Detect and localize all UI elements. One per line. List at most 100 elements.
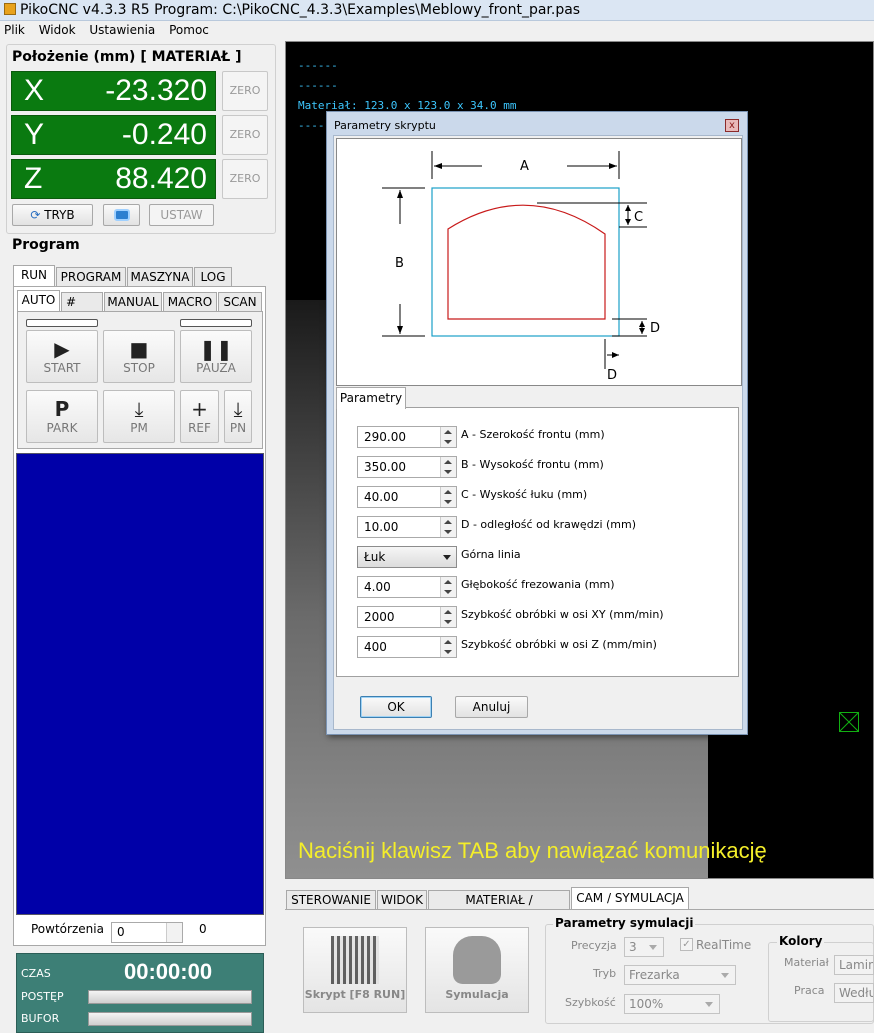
mouse-icon	[453, 936, 501, 984]
kolory-group	[768, 942, 874, 1022]
dialog-body: A B C D D Parametry 290.00 A - Szerokość…	[333, 135, 743, 730]
realtime-checkbox[interactable]: ✓	[680, 938, 693, 951]
subtab-scan[interactable]: SCAN	[218, 292, 262, 311]
postep-label: POSTĘP	[21, 990, 64, 1003]
tab-maszyna[interactable]: MASZYNA	[127, 267, 193, 286]
param-c-input[interactable]: 40.00	[357, 486, 457, 508]
z-axis-label: Z	[24, 162, 43, 195]
param-b-input[interactable]: 350.00	[357, 456, 457, 478]
param-c-label: C - Wyskość łuku (mm)	[461, 488, 588, 501]
start-button[interactable]: ▶ START	[26, 330, 98, 383]
title-bar: PikoCNC v4.3.3 R5 Program: C:\PikoCNC_4.…	[0, 0, 874, 21]
top-line-select[interactable]: Łuk	[357, 546, 457, 568]
skrypt-button[interactable]: Skrypt [F8 RUN]	[303, 927, 407, 1013]
ref-label: REF	[188, 421, 211, 435]
pn-label: PN	[229, 421, 247, 435]
spinner-arrows-icon[interactable]	[440, 457, 456, 477]
depth-input[interactable]: 4.00	[357, 576, 457, 598]
menu-widok[interactable]: Widok	[39, 23, 76, 37]
menu-plik[interactable]: Plik	[4, 23, 25, 37]
plus-icon: +	[191, 397, 208, 421]
y-axis-display: Y -0.240	[11, 115, 216, 155]
repeats-count: 0	[199, 922, 207, 936]
tab-program[interactable]: PROGRAM	[56, 267, 126, 286]
pn-button[interactable]: ⤓ PN	[224, 390, 252, 443]
play-icon: ▶	[54, 337, 70, 361]
speed-z-value: 400	[364, 640, 387, 654]
subtab-hash[interactable]: #	[61, 292, 103, 311]
tab-widok[interactable]: WIDOK	[377, 890, 427, 909]
praca-color-select[interactable]: Wedłu	[834, 983, 874, 1003]
szybkosc-select[interactable]: 100%	[624, 994, 720, 1014]
tryb-button[interactable]: ⟳ TRYB	[12, 204, 93, 226]
refresh-icon: ⟳	[30, 208, 41, 222]
menu-ustawienia[interactable]: Ustawienia	[89, 23, 155, 37]
x-zero-button[interactable]: ZERO	[222, 71, 268, 111]
ustaw-button[interactable]: USTAW	[149, 204, 214, 226]
subtab-macro[interactable]: MACRO	[163, 292, 217, 311]
spinner-arrows-icon[interactable]	[440, 427, 456, 447]
maze-mouse-icon	[331, 936, 379, 984]
z-axis-display: Z 88.420	[11, 159, 216, 199]
speed-z-input[interactable]: 400	[357, 636, 457, 658]
material-color-label: Materiał	[784, 956, 829, 969]
stop-label: STOP	[123, 361, 155, 375]
symulacja-button[interactable]: Symulacja	[425, 927, 529, 1013]
dialog-title: Parametry skryptu	[334, 119, 436, 132]
pauza-button[interactable]: ❚❚ PAUZA	[180, 330, 252, 383]
menu-pomoc[interactable]: Pomoc	[169, 23, 209, 37]
tab-cam-symulacja[interactable]: CAM / SYMULACJA	[571, 887, 689, 910]
front-diagram-svg: A B C D D	[382, 151, 660, 383]
bufor-progress-bar	[88, 1012, 252, 1026]
z-zero-button[interactable]: ZERO	[222, 159, 268, 199]
praca-color-label: Praca	[794, 984, 825, 997]
spinner-arrows-icon[interactable]	[166, 923, 182, 942]
stop-icon: ■	[129, 337, 149, 361]
tab-sterowanie[interactable]: STEROWANIE	[286, 890, 376, 909]
spinner-arrows-icon[interactable]	[440, 577, 456, 597]
spinner-arrows-icon[interactable]	[440, 517, 456, 537]
canvas-line: ------	[298, 79, 338, 92]
param-b-label: B - Wysokość frontu (mm)	[461, 458, 604, 471]
subtab-manual[interactable]: MANUAL	[104, 292, 162, 311]
pm-label: PM	[130, 421, 148, 435]
param-b-value: 350.00	[364, 460, 406, 474]
spinner-arrows-icon[interactable]	[440, 637, 456, 657]
tryb-sim-select[interactable]: Frezarka	[624, 965, 736, 985]
pm-button[interactable]: ⤓ PM	[103, 390, 175, 443]
tab-log[interactable]: LOG	[194, 267, 232, 286]
param-d-input[interactable]: 10.00	[357, 516, 457, 538]
speed-xy-input[interactable]: 2000	[357, 606, 457, 628]
repeats-value: 0	[117, 925, 125, 939]
program-code-area[interactable]	[16, 453, 264, 915]
z-axis-value: 88.420	[115, 162, 207, 195]
stop-button[interactable]: ■ STOP	[103, 330, 175, 383]
material-color-select[interactable]: Lamin	[834, 955, 874, 975]
czas-label: CZAS	[21, 967, 51, 980]
cancel-button[interactable]: Anuluj	[455, 696, 528, 718]
precyzja-select[interactable]: 3	[624, 937, 664, 957]
postep-progress-bar	[88, 990, 252, 1004]
subtab-auto[interactable]: AUTO	[17, 290, 60, 311]
camera-button[interactable]	[103, 204, 140, 226]
kolory-title: Kolory	[777, 934, 825, 948]
param-a-input[interactable]: 290.00	[357, 426, 457, 448]
origin-marker-icon	[839, 712, 859, 732]
tab-run[interactable]: RUN	[13, 265, 55, 286]
start-label: START	[43, 361, 81, 375]
x-axis-label: X	[24, 74, 45, 107]
diagram-label-d-bottom: D	[607, 368, 617, 383]
ok-button[interactable]: OK	[360, 696, 432, 718]
spinner-arrows-icon[interactable]	[440, 487, 456, 507]
depth-value: 4.00	[364, 580, 391, 594]
y-axis-value: -0.240	[121, 118, 207, 151]
repeats-label: Powtórzenia	[31, 922, 104, 936]
params-panel: 290.00 A - Szerokość frontu (mm) 350.00 …	[336, 407, 739, 677]
park-button[interactable]: P PARK	[26, 390, 98, 443]
close-icon[interactable]: x	[725, 119, 739, 132]
y-zero-button[interactable]: ZERO	[222, 115, 268, 155]
ref-button[interactable]: + REF	[180, 390, 219, 443]
tab-parametry[interactable]: Parametry	[336, 387, 406, 409]
repeats-input[interactable]: 0	[111, 922, 183, 943]
spinner-arrows-icon[interactable]	[440, 607, 456, 627]
